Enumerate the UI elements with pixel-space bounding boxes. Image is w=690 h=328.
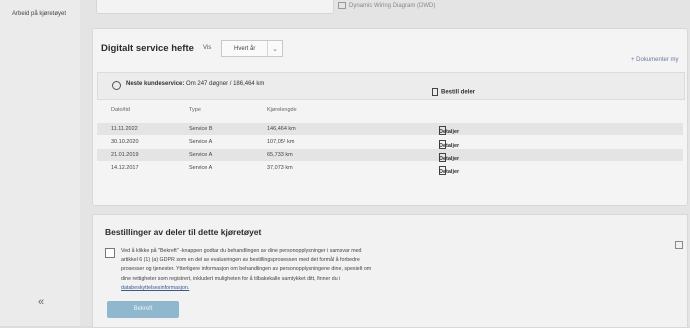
consent-checkbox[interactable] xyxy=(105,248,115,258)
next-service-label: Neste kundeservice: xyxy=(126,81,185,87)
col-type-header: Type xyxy=(189,107,201,113)
service-booklet-card: Digitalt service hefte Vis Hvert år ⌄ + … xyxy=(92,28,688,206)
details-label: Detaljer xyxy=(439,169,460,175)
sidebar: Arbeid på kjøretøyet « xyxy=(0,0,81,326)
parts-orders-card: Bestillinger av deler til dette kjøretøy… xyxy=(92,214,688,328)
col-mileage-header: Kjørelengde xyxy=(267,107,297,113)
interval-label: Vis xyxy=(203,45,212,51)
top-card xyxy=(96,0,334,14)
add-documents-link[interactable]: + Dokumenter my xyxy=(631,57,679,63)
wiring-label: Dynamic Wiring Diagram (DWD) xyxy=(349,3,436,10)
clock-icon xyxy=(112,81,121,90)
row-date: 11.11.2022 xyxy=(111,126,138,132)
help-icon[interactable] xyxy=(675,241,683,249)
next-service-row: Neste kundeservice: Om 247 døgner / 186,… xyxy=(97,72,685,100)
table-header: Dato/tid Type Kjørelengde xyxy=(97,107,683,121)
row-type: Service A xyxy=(189,152,213,158)
order-parts-label: Bestill deler xyxy=(441,89,476,96)
row-mileage: 65,733 km xyxy=(267,152,293,158)
interval-value: Hvert år xyxy=(234,46,256,52)
next-service-text: Neste kundeservice: Om 247 døgner / 186,… xyxy=(126,81,264,87)
row-type: Service B xyxy=(189,126,213,132)
table-row: 21.01.2019 Service A 65,733 km Detaljer xyxy=(97,149,683,162)
row-type: Service A xyxy=(189,165,213,171)
row-date: 21.01.2019 xyxy=(111,152,139,158)
next-service-value: Om 247 døgner / 186,464 km xyxy=(184,81,265,87)
sidebar-link-vehicle-work[interactable]: Arbeid på kjøretøyet xyxy=(12,10,72,19)
consent-text: Ved å klikke på "Bekreft" -knappen godta… xyxy=(121,247,377,293)
wiring-diagram-link[interactable]: Dynamic Wiring Diagram (DWD) xyxy=(338,2,435,9)
row-mileage: 107,05¹ km xyxy=(267,139,295,145)
service-booklet-title: Digitalt service hefte xyxy=(101,43,194,54)
interval-select[interactable]: Hvert år ⌄ xyxy=(221,40,283,57)
table-row: 14.12.2017 Service A 37,073 km Detaljer xyxy=(97,162,683,175)
row-type: Service A xyxy=(189,139,213,145)
parts-orders-title: Bestillinger av deler til dette kjøretøy… xyxy=(105,227,262,237)
consent-body: Ved å klikke på "Bekreft" -knappen godta… xyxy=(121,248,372,282)
row-date: 14.12.2017 xyxy=(111,165,139,171)
collapse-sidebar-icon[interactable]: « xyxy=(38,296,44,308)
row-date: 30.10.2020 xyxy=(111,139,139,145)
col-date-header: Dato/tid xyxy=(111,107,130,113)
main-content: Dynamic Wiring Diagram (DWD) Digitalt se… xyxy=(80,0,690,328)
confirm-button[interactable]: Bekreft xyxy=(107,301,179,318)
document-icon xyxy=(432,88,438,96)
diagram-icon xyxy=(338,2,346,9)
row-mileage: 146,464 km xyxy=(267,126,296,132)
privacy-link[interactable]: databeskyttelsesinformasjon. xyxy=(121,285,189,291)
table-row: 11.11.2022 Service B 146,464 km Detaljer xyxy=(97,123,683,135)
table-row: 30.10.2020 Service A 107,05¹ km Detaljer xyxy=(97,136,683,149)
chevron-down-icon: ⌄ xyxy=(267,41,282,56)
order-parts-button[interactable]: Bestill deler xyxy=(432,88,475,96)
row-mileage: 37,073 km xyxy=(267,165,293,171)
